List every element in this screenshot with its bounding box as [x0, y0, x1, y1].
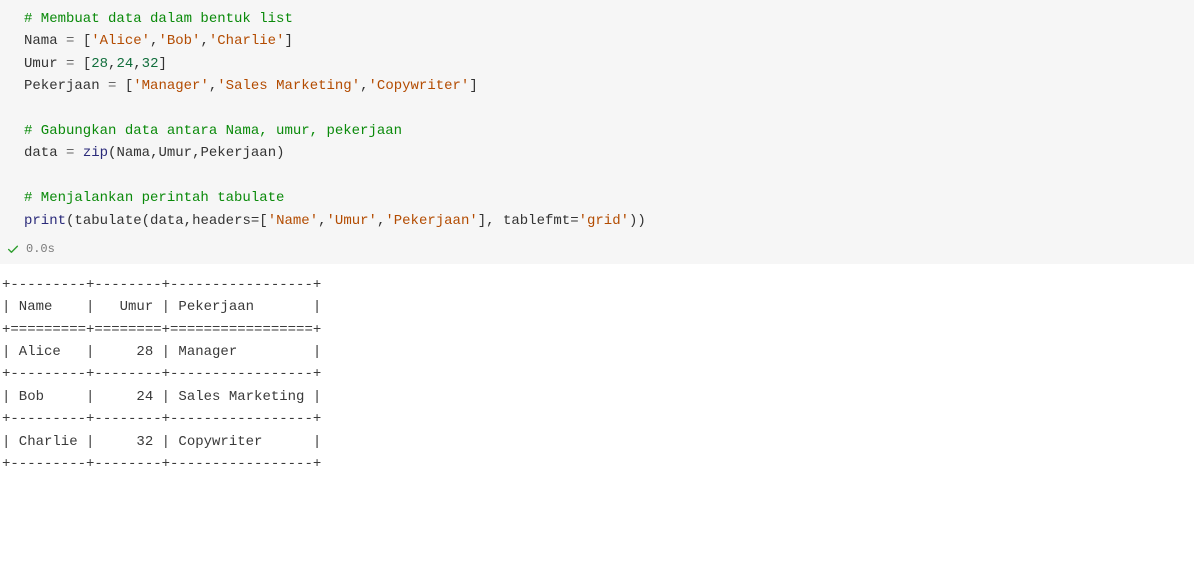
output-line: +---------+--------+-----------------+	[2, 411, 321, 427]
output-line: +---------+--------+-----------------+	[2, 456, 321, 472]
var-pekerjaan: Pekerjaan	[24, 78, 100, 94]
string-literal: 'Name'	[268, 213, 318, 229]
output-line: | Bob | 24 | Sales Marketing |	[2, 389, 321, 405]
var-nama: Nama	[24, 33, 58, 49]
builtin-zip: zip	[83, 145, 108, 161]
string-literal: 'Pekerjaan'	[385, 213, 477, 229]
bracket-open: [	[259, 213, 267, 229]
comma: ,	[360, 78, 368, 94]
equals-op: =	[66, 145, 74, 161]
bracket-close: ]	[158, 56, 166, 72]
var-data: data	[24, 145, 58, 161]
execution-time: 0.0s	[26, 242, 55, 256]
comment-line: # Gabungkan data antara Nama, umur, peke…	[24, 123, 402, 139]
output-line: | Name | Umur | Pekerjaan |	[2, 299, 321, 315]
arg: Pekerjaan	[200, 145, 276, 161]
comma: ,	[184, 213, 192, 229]
bracket-open: [	[83, 56, 91, 72]
number-literal: 28	[91, 56, 108, 72]
number-literal: 24	[116, 56, 133, 72]
string-literal: 'Manager'	[133, 78, 209, 94]
comma: ,	[133, 56, 141, 72]
bracket-close: ]	[285, 33, 293, 49]
kwarg-headers: headers=	[192, 213, 259, 229]
paren-close: )	[637, 213, 645, 229]
string-literal: 'Umur'	[327, 213, 377, 229]
arg: Nama	[116, 145, 150, 161]
output-line: | Charlie | 32 | Copywriter |	[2, 434, 321, 450]
string-literal: 'Copywriter'	[369, 78, 470, 94]
comma: ,	[486, 213, 494, 229]
bracket-open: [	[125, 78, 133, 94]
fn-tabulate: tabulate	[74, 213, 141, 229]
number-literal: 32	[142, 56, 159, 72]
comment-line: # Menjalankan perintah tabulate	[24, 190, 284, 206]
string-literal: 'grid'	[579, 213, 629, 229]
bracket-open: [	[83, 33, 91, 49]
equals-op: =	[66, 56, 74, 72]
paren-open: (	[142, 213, 150, 229]
bracket-close: ]	[469, 78, 477, 94]
arg: data	[150, 213, 184, 229]
paren-close: )	[276, 145, 284, 161]
string-literal: 'Bob'	[158, 33, 200, 49]
code-cell-input[interactable]: # Membuat data dalam bentuk list Nama = …	[0, 0, 1194, 238]
builtin-print: print	[24, 213, 66, 229]
comma: ,	[200, 33, 208, 49]
kwarg-tablefmt: tablefmt=	[495, 213, 579, 229]
check-icon	[6, 242, 20, 256]
output-line: +---------+--------+-----------------+	[2, 277, 321, 293]
output-line: +=========+========+=================+	[2, 322, 321, 338]
comma: ,	[318, 213, 326, 229]
output-line: | Alice | 28 | Manager |	[2, 344, 321, 360]
string-literal: 'Sales Marketing'	[217, 78, 360, 94]
comment-line: # Membuat data dalam bentuk list	[24, 11, 293, 27]
string-literal: 'Alice'	[91, 33, 150, 49]
arg: Umur	[158, 145, 192, 161]
equals-op: =	[66, 33, 74, 49]
equals-op: =	[108, 78, 116, 94]
output-line: +---------+--------+-----------------+	[2, 366, 321, 382]
string-literal: 'Charlie'	[209, 33, 285, 49]
code-cell-output: +---------+--------+-----------------+ |…	[0, 264, 1194, 482]
bracket-close: ]	[478, 213, 486, 229]
var-umur: Umur	[24, 56, 58, 72]
execution-status: 0.0s	[0, 238, 1194, 264]
